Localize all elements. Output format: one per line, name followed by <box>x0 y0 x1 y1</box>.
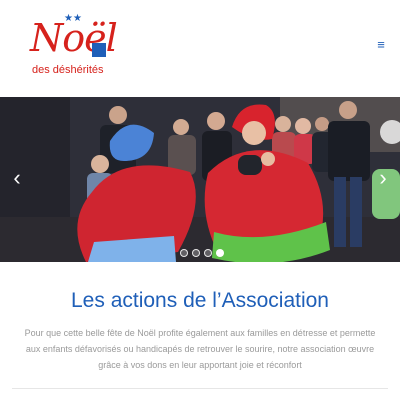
section-description: Pour que cette belle fête de Noël profit… <box>24 328 376 370</box>
section-title: Les actions de l’Association <box>71 289 329 312</box>
site-logo[interactable]: ★★ Noël des déshérités <box>22 14 132 80</box>
slider-next-button[interactable]: › <box>372 167 394 189</box>
slider-pagination <box>180 249 224 257</box>
logo-flag-icon <box>92 43 106 57</box>
hero-slider: ‹ › <box>0 97 400 262</box>
site-header: ★★ Noël des déshérités ≡ <box>0 0 400 97</box>
slider-dot-4[interactable] <box>216 249 224 257</box>
divider <box>12 388 388 389</box>
hero-photo <box>0 97 400 262</box>
slider-dot-2[interactable] <box>192 249 200 257</box>
slider-dot-1[interactable] <box>180 249 188 257</box>
menu-icon[interactable]: ≡ <box>376 38 386 51</box>
slider-prev-button[interactable]: ‹ <box>6 167 28 189</box>
slider-dot-3[interactable] <box>204 249 212 257</box>
logo-subtitle: des déshérités <box>32 64 104 76</box>
